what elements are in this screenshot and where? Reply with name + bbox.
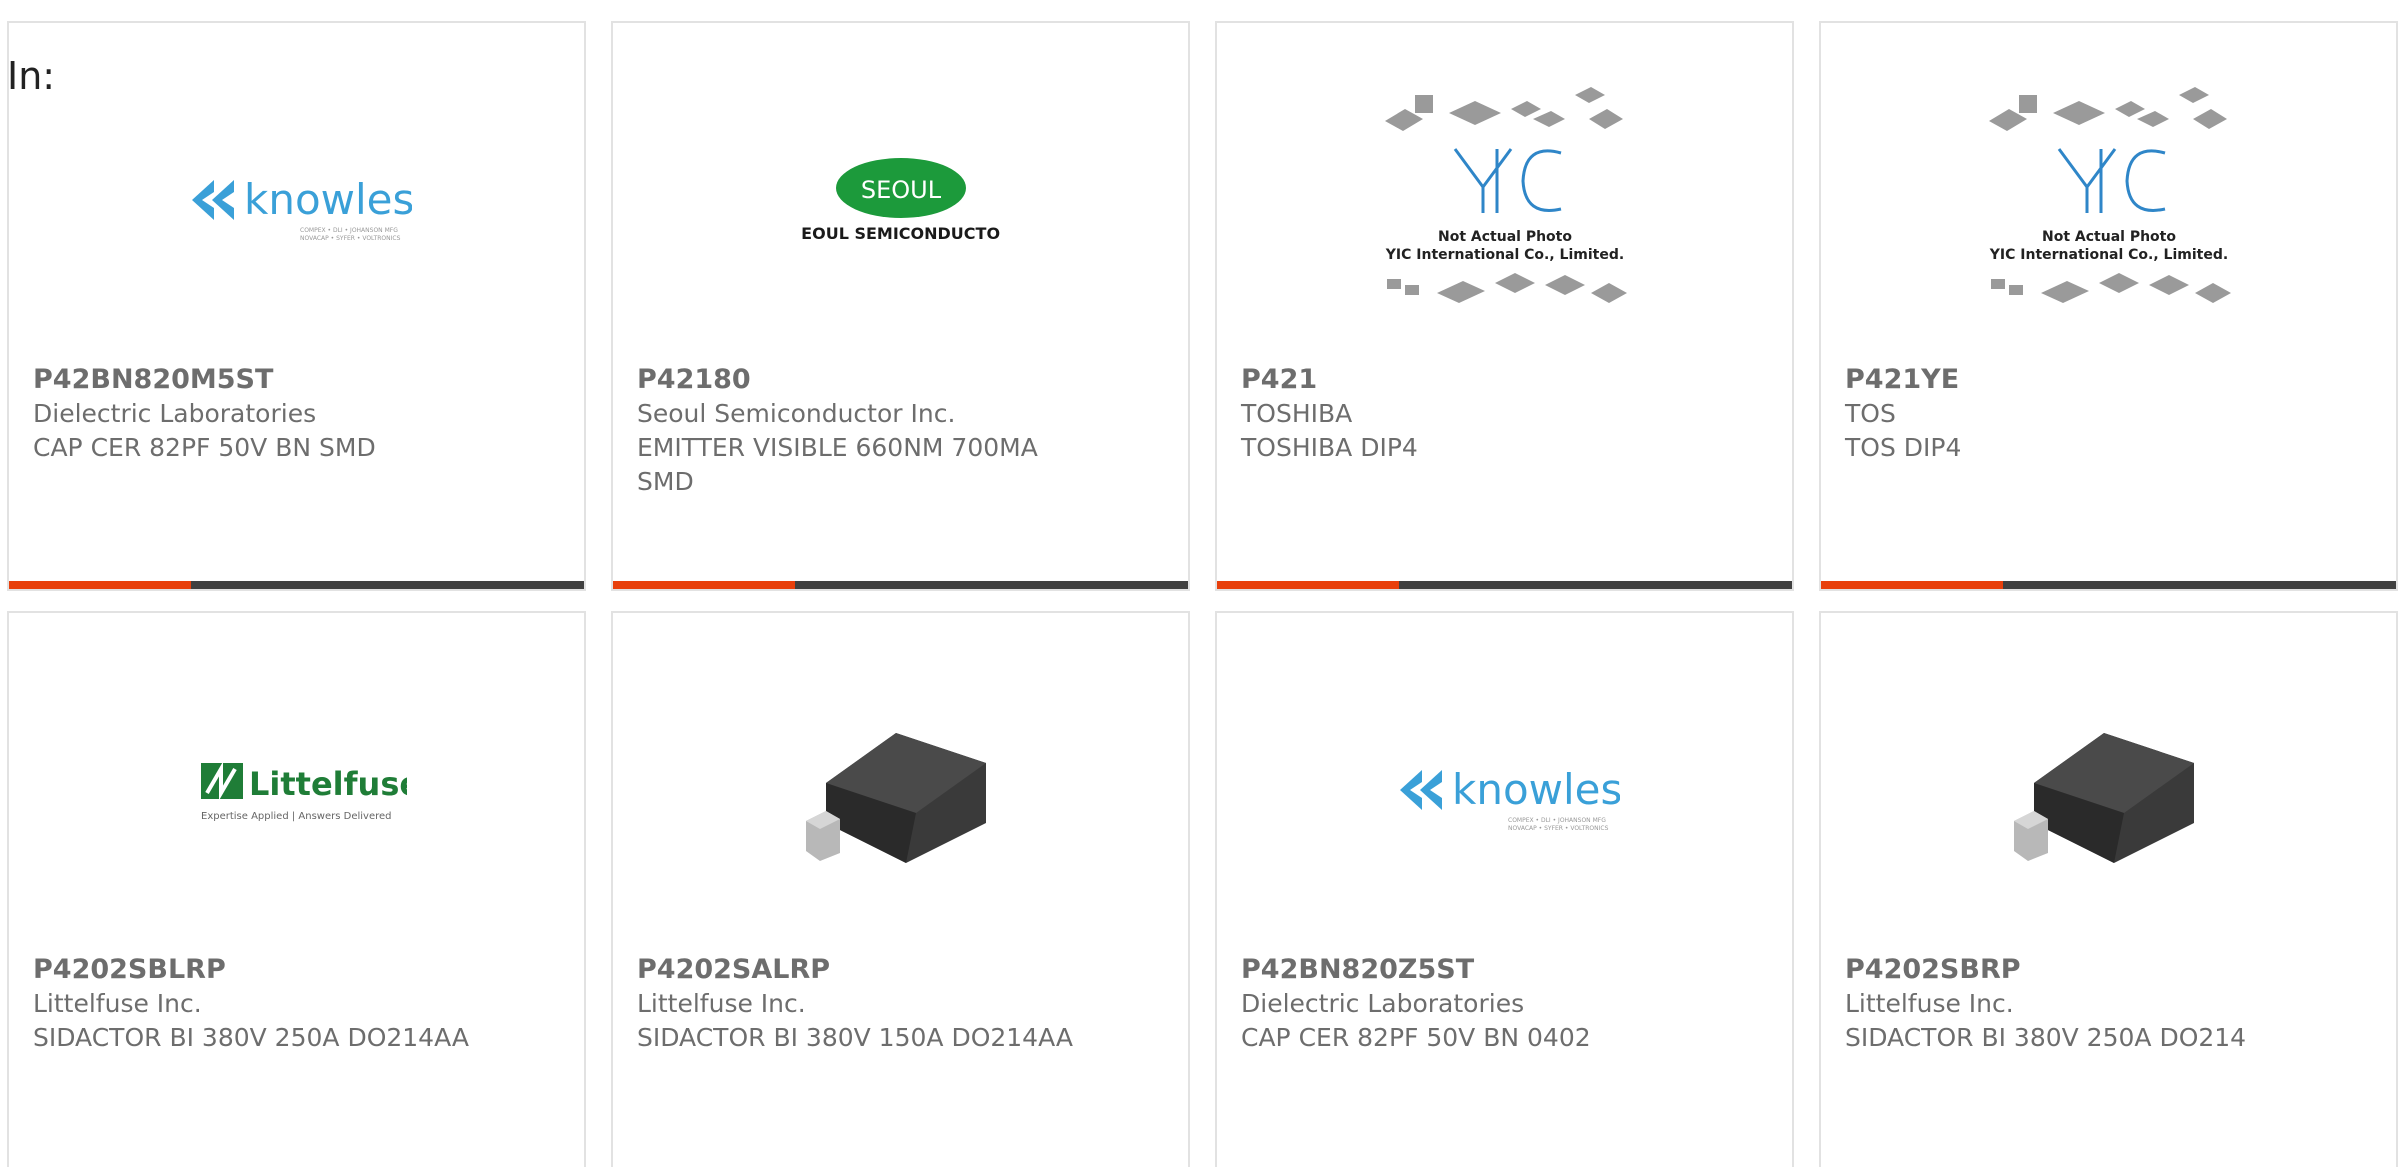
product-image[interactable] xyxy=(613,683,1188,903)
product-card[interactable]: P4202SALRP Littelfuse Inc. SIDACTOR BI 3… xyxy=(611,611,1190,1167)
svg-text:SEOUL SEMICONDUCTOR: SEOUL SEMICONDUCTOR xyxy=(801,224,1001,243)
card-bottom-bar xyxy=(1217,581,1792,589)
svg-text:COMPEX • DLI • JOHANSON MFG: COMPEX • DLI • JOHANSON MFG xyxy=(300,227,398,234)
description: SIDACTOR BI 380V 250A DO214 xyxy=(1845,1023,2247,1052)
svg-text:NOVACAP • SYFER • VOLTRONICS: NOVACAP • SYFER • VOLTRONICS xyxy=(300,235,401,242)
product-info: P42BN820M5ST Dielectric Laboratories CAP… xyxy=(33,363,473,465)
description: SIDACTOR BI 380V 250A DO214AA xyxy=(33,1023,469,1052)
product-card[interactable]: SEOUL SEOUL SEMICONDUCTOR P42180 Seoul S… xyxy=(611,21,1190,591)
part-number[interactable]: P42BN820Z5ST xyxy=(1241,953,1681,987)
svg-text:YIC International Co., Limited: YIC International Co., Limited. xyxy=(1988,247,2227,263)
card-bar-accent xyxy=(9,581,191,589)
svg-text:knowles: knowles xyxy=(1452,765,1620,814)
product-info: P42BN820Z5ST Dielectric Laboratories CAP… xyxy=(1241,953,1681,1055)
card-bottom-bar xyxy=(1821,581,2396,589)
do214-package-icon xyxy=(805,733,986,863)
product-info: P42180 Seoul Semiconductor Inc. EMITTER … xyxy=(637,363,1077,499)
part-number[interactable]: P42180 xyxy=(637,363,1077,397)
seoul-semiconductor-logo-icon: SEOUL SEOUL SEMICONDUCTOR xyxy=(801,158,1001,243)
product-card[interactable]: knowles COMPEX • DLI • JOHANSON MFG NOVA… xyxy=(7,21,586,591)
manufacturer: TOSHIBA xyxy=(1241,399,1353,428)
card-bar-accent xyxy=(613,581,795,589)
product-info: P4202SALRP Littelfuse Inc. SIDACTOR BI 3… xyxy=(637,953,1077,1055)
product-card[interactable]: Not Actual Photo YIC International Co., … xyxy=(1819,21,2398,591)
part-number[interactable]: P4202SBLRP xyxy=(33,953,473,987)
product-image[interactable]: SEOUL SEOUL SEMICONDUCTOR xyxy=(613,93,1188,313)
svg-text:SEOUL: SEOUL xyxy=(860,176,941,204)
card-bottom-bar xyxy=(613,581,1188,589)
product-image[interactable]: Not Actual Photo YIC International Co., … xyxy=(1821,87,2396,313)
manufacturer: Dielectric Laboratories xyxy=(1241,989,1525,1018)
product-info: P421YE TOS TOS DIP4 xyxy=(1845,363,2285,465)
svg-text:NOVACAP • SYFER • VOLTRONICS: NOVACAP • SYFER • VOLTRONICS xyxy=(1508,825,1609,832)
filter-label: In: xyxy=(7,54,56,98)
product-info: P4202SBLRP Littelfuse Inc. SIDACTOR BI 3… xyxy=(33,953,473,1055)
svg-text:Not Actual Photo: Not Actual Photo xyxy=(2042,229,2176,245)
do214-package-icon xyxy=(2013,733,2194,863)
description: EMITTER VISIBLE 660NM 700MA SMD xyxy=(637,433,1038,496)
product-info: P4202SBRP Littelfuse Inc. SIDACTOR BI 38… xyxy=(1845,953,2285,1055)
product-image[interactable]: Not Actual Photo YIC International Co., … xyxy=(1217,87,1792,313)
card-bottom-bar xyxy=(9,581,584,589)
product-image[interactable]: knowles COMPEX • DLI • JOHANSON MFG NOVA… xyxy=(1217,683,1792,903)
part-number[interactable]: P42BN820M5ST xyxy=(33,363,473,397)
part-number[interactable]: P4202SALRP xyxy=(637,953,1077,987)
product-card[interactable]: P4202SBRP Littelfuse Inc. SIDACTOR BI 38… xyxy=(1819,611,2398,1167)
part-number[interactable]: P421YE xyxy=(1845,363,2285,397)
svg-text:Not Actual Photo: Not Actual Photo xyxy=(1438,229,1572,245)
description: CAP CER 82PF 50V BN SMD xyxy=(33,433,376,462)
product-card[interactable]: Not Actual Photo YIC International Co., … xyxy=(1215,21,1794,591)
littelfuse-logo-icon: Littelfuse Expertise Applied | Answers D… xyxy=(200,761,407,822)
description: TOS DIP4 xyxy=(1845,433,1962,462)
card-bar-accent xyxy=(1821,581,2003,589)
svg-text:Littelfuse: Littelfuse xyxy=(249,765,407,803)
manufacturer: Dielectric Laboratories xyxy=(33,399,317,428)
svg-text:YIC International Co., Limited: YIC International Co., Limited. xyxy=(1384,247,1623,263)
manufacturer: Littelfuse Inc. xyxy=(33,989,202,1018)
part-number[interactable]: P4202SBRP xyxy=(1845,953,2285,987)
yic-placeholder-icon: Not Actual Photo YIC International Co., … xyxy=(1988,87,2231,303)
part-number[interactable]: P421 xyxy=(1241,363,1681,397)
product-grid-page: In: knowles COMPEX • DLI • JOHANSON MFG … xyxy=(0,0,2400,1167)
card-bar-accent xyxy=(1217,581,1399,589)
yic-placeholder-icon: Not Actual Photo YIC International Co., … xyxy=(1384,87,1627,303)
svg-text:Expertise Applied | Answers De: Expertise Applied | Answers Delivered xyxy=(201,811,392,822)
product-card[interactable]: knowles COMPEX • DLI • JOHANSON MFG NOVA… xyxy=(1215,611,1794,1167)
knowles-logo-icon: knowles COMPEX • DLI • JOHANSON MFG NOVA… xyxy=(1399,765,1620,832)
manufacturer: Littelfuse Inc. xyxy=(637,989,806,1018)
svg-text:COMPEX • DLI • JOHANSON MFG: COMPEX • DLI • JOHANSON MFG xyxy=(1508,817,1606,824)
knowles-logo-icon: knowles COMPEX • DLI • JOHANSON MFG NOVA… xyxy=(191,175,412,242)
product-image[interactable]: knowles COMPEX • DLI • JOHANSON MFG NOVA… xyxy=(9,93,584,313)
product-card[interactable]: Littelfuse Expertise Applied | Answers D… xyxy=(7,611,586,1167)
manufacturer: TOS xyxy=(1845,399,1896,428)
svg-text:knowles: knowles xyxy=(244,175,412,224)
description: CAP CER 82PF 50V BN 0402 xyxy=(1241,1023,1591,1052)
product-info: P421 TOSHIBA TOSHIBA DIP4 xyxy=(1241,363,1681,465)
product-image[interactable] xyxy=(1821,683,2396,903)
description: SIDACTOR BI 380V 150A DO214AA xyxy=(637,1023,1073,1052)
description: TOSHIBA DIP4 xyxy=(1241,433,1418,462)
product-image[interactable]: Littelfuse Expertise Applied | Answers D… xyxy=(9,683,584,903)
manufacturer: Littelfuse Inc. xyxy=(1845,989,2014,1018)
product-grid: knowles COMPEX • DLI • JOHANSON MFG NOVA… xyxy=(7,21,2398,1167)
manufacturer: Seoul Semiconductor Inc. xyxy=(637,399,956,428)
